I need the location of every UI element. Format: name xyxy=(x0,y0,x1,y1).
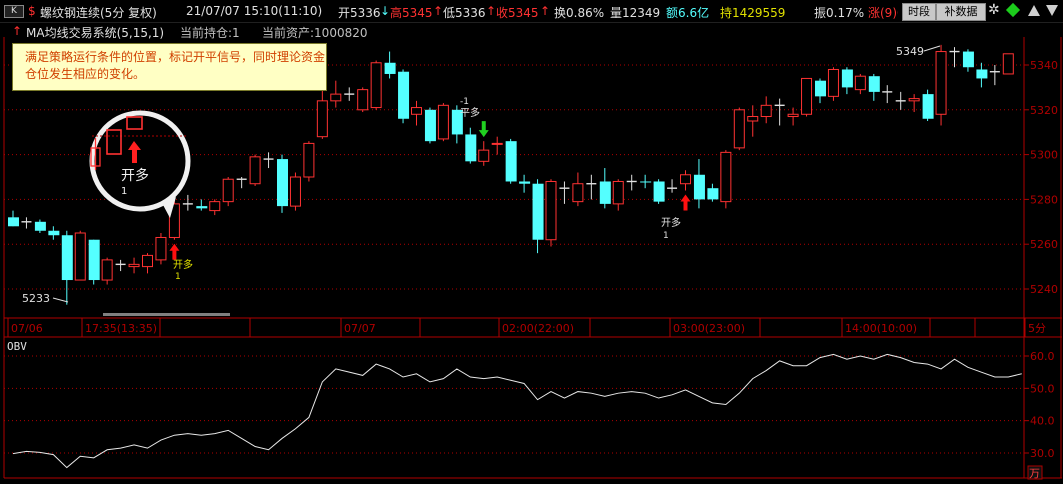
candle-down xyxy=(962,51,974,68)
signal-close-long-qty: -1 xyxy=(460,97,469,107)
signal-open-long-2-qty: 1 xyxy=(663,231,669,241)
time-tick-label: 07/07 xyxy=(344,322,376,335)
candle-down xyxy=(48,230,60,236)
candle-down xyxy=(922,94,934,119)
zoom-signal-qty: 1 xyxy=(121,186,127,197)
candle-down xyxy=(424,109,436,142)
candle-up xyxy=(680,174,691,185)
candle-up xyxy=(747,116,759,122)
candle-down xyxy=(519,181,531,184)
candle-up xyxy=(545,180,557,241)
candle-up xyxy=(787,113,799,118)
price-tick-label: 5260 xyxy=(1030,238,1058,251)
candle-down xyxy=(693,174,705,200)
candle-down xyxy=(653,181,665,202)
chart-scrollbar[interactable] xyxy=(103,313,230,316)
time-tick-label: 03:00(23:00) xyxy=(673,322,745,335)
candle-down xyxy=(465,134,477,162)
candle-up xyxy=(370,62,382,109)
candle-down xyxy=(61,235,73,281)
candle-down xyxy=(196,206,208,209)
candle-up xyxy=(209,201,221,212)
low-label: 5233 xyxy=(22,292,50,305)
price-tick-label: 5240 xyxy=(1030,283,1058,296)
obv-tick-label: 60.0 xyxy=(1030,350,1055,363)
candle-up xyxy=(411,107,422,115)
candle-down xyxy=(868,76,880,92)
candle-down xyxy=(34,221,46,231)
obv-tick-label: 40.0 xyxy=(1030,415,1055,428)
candle-up xyxy=(101,259,113,281)
candle-up xyxy=(572,183,584,203)
candle-down xyxy=(815,80,826,97)
candle-up xyxy=(249,156,261,185)
candle-up xyxy=(760,104,772,118)
candle-down xyxy=(532,183,544,240)
time-tick-label: 14:00(10:00) xyxy=(845,322,917,335)
candle-up xyxy=(74,232,86,281)
obv-tick-label: 50.0 xyxy=(1030,382,1055,395)
price-tick-label: 5320 xyxy=(1030,104,1058,117)
candle-down xyxy=(88,239,100,281)
candle-up xyxy=(491,142,503,145)
candle-up xyxy=(316,100,328,138)
candle-down xyxy=(8,217,19,227)
candle-down xyxy=(277,159,288,207)
signal-up-arrow-icon xyxy=(680,194,691,211)
candle-up xyxy=(935,51,947,115)
candle-down xyxy=(976,69,988,79)
zoom-bubble xyxy=(89,110,191,218)
signal-down-arrow-icon xyxy=(478,121,489,138)
signal-open-long-label: 开多 xyxy=(173,258,193,271)
signal-open-long-2-label: 开多 xyxy=(661,216,681,229)
candle-up xyxy=(222,178,234,203)
obv-title: OBV xyxy=(7,340,27,353)
signal-open-long-qty: 1 xyxy=(175,272,181,282)
price-tick-label: 5300 xyxy=(1030,149,1058,162)
candle-up xyxy=(1002,53,1014,75)
high-label: 5349 xyxy=(896,45,924,58)
candle-up xyxy=(733,109,745,149)
candle-up xyxy=(854,75,866,91)
high-leader-line xyxy=(923,45,941,52)
signal-close-long-label: 平多 xyxy=(460,106,480,119)
strategy-note: 满足策略运行条件的位置，标记开平信号，同时理论资金仓位发生相应的变化。 xyxy=(12,43,327,91)
candle-up xyxy=(612,180,624,205)
obv-unit: 万 xyxy=(1029,467,1040,480)
candle-up xyxy=(720,151,732,203)
obv-panel: 60.0 50.0 40.0 30.0 xyxy=(4,350,1055,469)
price-tick-label: 5280 xyxy=(1030,193,1058,206)
candle-down xyxy=(398,71,410,119)
candle-down xyxy=(707,188,719,200)
candle-up xyxy=(827,68,839,97)
candle-down xyxy=(599,181,611,204)
candle-up xyxy=(801,77,813,115)
obv-tick-label: 30.0 xyxy=(1030,447,1055,460)
candle-down xyxy=(841,69,853,88)
candle-up xyxy=(303,142,315,178)
low-leader-line xyxy=(52,297,69,303)
time-tick-label: 5分 xyxy=(1028,322,1046,335)
price-tick-label: 5340 xyxy=(1030,59,1058,72)
candle-up xyxy=(357,89,369,111)
candle-down xyxy=(384,62,396,74)
time-axis: 07/06 17:35(13:35) 07/07 02:00(22:00) 03:00(… xyxy=(7,318,1046,337)
candle-up xyxy=(478,149,490,162)
candle-up xyxy=(908,98,920,102)
candle-up xyxy=(128,263,140,268)
candle-down xyxy=(505,141,517,182)
time-tick-label: 17:35(13:35) xyxy=(85,322,157,335)
time-tick-label: 07/06 xyxy=(11,322,43,335)
candle-up xyxy=(155,236,167,261)
candle-up xyxy=(437,104,449,140)
obv-line xyxy=(12,353,1022,469)
zoom-signal-label: 开多 xyxy=(121,167,149,184)
candle-down xyxy=(640,181,652,183)
price-axis: 5340 5320 5300 5280 5260 5240 xyxy=(1024,59,1058,296)
candle-up xyxy=(289,176,301,207)
candle-up xyxy=(330,93,342,102)
candle-up xyxy=(142,254,153,268)
signal-up-arrow-icon xyxy=(169,243,180,260)
time-tick-label: 02:00(22:00) xyxy=(502,322,574,335)
